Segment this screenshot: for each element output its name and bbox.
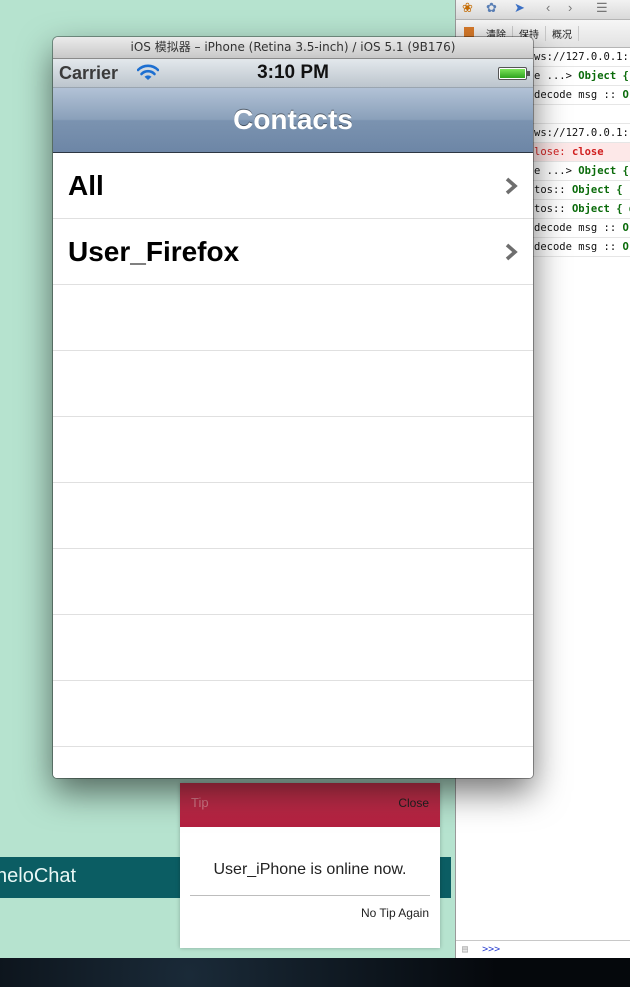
empty-row: [53, 285, 533, 351]
ios-simulator-window: iOS 模拟器 – iPhone (Retina 3.5-inch) / iOS…: [53, 37, 533, 778]
contact-row-all[interactable]: All: [53, 153, 533, 219]
console-log-text: decode msg ::: [534, 241, 623, 253]
console-log-object[interactable]: close: [572, 146, 604, 158]
empty-row: [53, 747, 533, 778]
empty-row: [53, 483, 533, 549]
empty-row: [53, 549, 533, 615]
contact-label: All: [68, 170, 104, 201]
menu-icon[interactable]: ☰: [596, 0, 608, 16]
contacts-table: All User_Firefox: [53, 153, 533, 778]
tip-divider: [190, 895, 430, 896]
contact-row-user-firefox[interactable]: User_Firefox: [53, 219, 533, 285]
navigation-bar: Contacts: [53, 88, 533, 153]
contact-label: User_Firefox: [68, 236, 240, 267]
console-log-text: tos::: [534, 203, 572, 215]
battery-icon: [498, 67, 530, 80]
console-log-text: ws://127.0.0.1:: [534, 51, 629, 63]
ios-status-bar: Carrier 3:10 PM: [53, 59, 533, 88]
console-log-object[interactable]: Object {: [578, 70, 629, 82]
console-log-text: e ...>: [534, 70, 579, 82]
simulator-title-bar[interactable]: iOS 模拟器 – iPhone (Retina 3.5-inch) / iOS…: [53, 37, 533, 59]
console-log-object[interactable]: O: [623, 89, 629, 101]
console-log-text: tos::: [534, 184, 572, 196]
profile-button[interactable]: 概况: [546, 26, 579, 41]
tip-close-button[interactable]: Close: [398, 796, 429, 810]
forward-icon[interactable]: ›: [568, 0, 572, 15]
console-command-line[interactable]: ▤ >>>: [456, 940, 630, 958]
nav-title: Contacts: [233, 104, 353, 135]
chevron-right-icon: [505, 177, 518, 195]
console-log-text: decode msg ::: [534, 222, 623, 234]
console-log-text: e ...>: [534, 165, 579, 177]
console-log-object[interactable]: O: [623, 222, 629, 234]
app-banner-text: neloChat: [0, 865, 77, 887]
console-log-object[interactable]: Object { ]: [572, 184, 630, 196]
desktop-background: [0, 958, 630, 987]
tip-dialog: Tip Close User_iPhone is online now. No …: [180, 783, 440, 948]
console-log-text: decode msg ::: [534, 89, 623, 101]
chevron-right-icon: [505, 243, 518, 261]
empty-row: [53, 615, 533, 681]
empty-row: [53, 681, 533, 747]
console-log-text: lose:: [534, 146, 572, 158]
command-prompt: >>>: [482, 944, 501, 955]
battery-fill: [500, 69, 525, 78]
console-log-object[interactable]: Object { d: [572, 203, 630, 215]
console-log-object[interactable]: O: [623, 241, 629, 253]
command-icon: ▤: [462, 944, 469, 955]
console-log-text: ws://127.0.0.1:: [534, 127, 629, 139]
devtools-toolbar: ❀ ✿ ➤ ‹ › ☰: [456, 0, 630, 20]
tip-message: User_iPhone is online now.: [213, 861, 407, 878]
no-tip-again-button[interactable]: No Tip Again: [180, 906, 440, 920]
status-time: 3:10 PM: [257, 62, 329, 83]
pointer-icon[interactable]: ➤: [514, 0, 525, 16]
empty-row: [53, 417, 533, 483]
tip-header: Tip Close: [180, 783, 440, 827]
firebug-icon[interactable]: ❀: [462, 0, 473, 16]
back-icon[interactable]: ‹: [546, 0, 550, 15]
inspect-icon[interactable]: ✿: [486, 0, 497, 16]
tip-title: Tip: [191, 795, 209, 810]
empty-row: [53, 351, 533, 417]
console-log-object[interactable]: Object {: [578, 165, 629, 177]
